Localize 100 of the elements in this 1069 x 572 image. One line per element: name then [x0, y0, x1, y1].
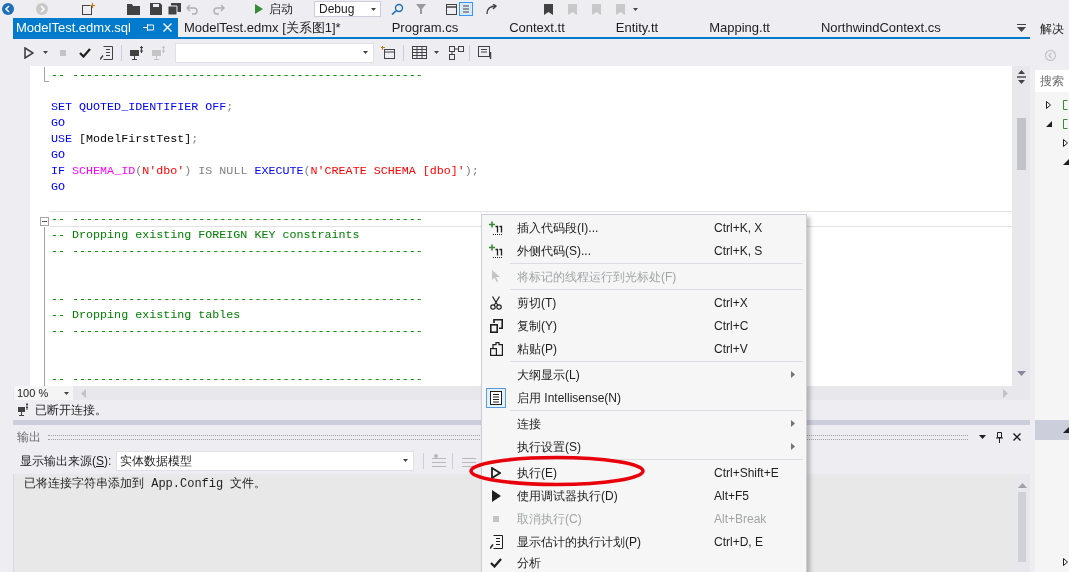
start-button[interactable]: 启动 [255, 2, 293, 16]
configuration-dropdown[interactable]: Debug [314, 1, 381, 17]
menu-item[interactable]: 剪切(T) Ctrl+X [482, 291, 806, 314]
shortcut-text: Ctrl+Shift+E [714, 465, 779, 480]
shortcut-text: Ctrl+X [714, 295, 748, 310]
document-icon [489, 534, 503, 549]
expanded-triangle-icon[interactable] [1063, 158, 1069, 165]
copy-icon [489, 318, 503, 333]
folder-icon[interactable] [127, 3, 140, 15]
menu-item[interactable]: 大纲显示(L) [482, 363, 806, 386]
collapsed-triangle-icon[interactable] [1063, 138, 1068, 147]
bookmark-icon[interactable] [544, 3, 553, 15]
splitter-icon[interactable] [1016, 70, 1026, 84]
shortcut-text: Ctrl+D, E [714, 534, 763, 549]
menu-item[interactable]: 执行设置(S) [482, 435, 806, 458]
expanded-triangle-icon[interactable] [1046, 120, 1052, 127]
zoom-dropdown[interactable]: 100 % [14, 386, 73, 400]
connection-icon [18, 403, 29, 416]
search-field[interactable]: 搜索 [1035, 70, 1069, 92]
code-line: -- -------------------------------------------------- [51, 372, 423, 386]
code-line: -- -------------------------------------------------- [51, 68, 423, 82]
menu-item[interactable]: 启用 Intellisense(N) [482, 386, 806, 409]
menu-item[interactable]: 插入代码段(I)... Ctrl+K, X [482, 216, 806, 239]
results-window-icon[interactable] [381, 46, 395, 59]
shortcut-text: Ctrl+V [714, 341, 748, 356]
window-icon[interactable] [446, 3, 457, 15]
document-icon[interactable] [100, 45, 113, 60]
caret-icon [64, 391, 69, 395]
scroll-down-arrow-icon[interactable] [1016, 371, 1026, 376]
save-all-icon[interactable] [168, 3, 181, 15]
menu-item[interactable]: 复制(Y) Ctrl+C [482, 314, 806, 337]
document-tab[interactable]: Entity.tt [609, 18, 704, 37]
document-tab[interactable]: Context.tt [503, 18, 610, 37]
output-text: 已将连接字符串添加到 App.Config 文件。 [24, 477, 267, 491]
code-line: -- -------------------------------------------------- [51, 244, 423, 258]
collapse-icon[interactable] [40, 217, 49, 226]
menu-item[interactable]: 执行(E) Ctrl+Shift+E [482, 461, 806, 484]
caret-icon [371, 7, 376, 11]
submenu-arrow-icon [791, 371, 795, 378]
caret-icon[interactable] [43, 51, 48, 54]
dropdown-icon[interactable] [979, 435, 986, 439]
stop-icon [493, 515, 499, 522]
caret-icon[interactable] [633, 7, 638, 11]
collapsed-triangle-icon[interactable] [1063, 557, 1068, 566]
outline-end-line [44, 67, 49, 82]
scrollbar-thumb[interactable] [1018, 492, 1026, 562]
collapsed-triangle-icon[interactable] [1046, 100, 1051, 109]
caret-icon [403, 459, 408, 462]
curved-arrow-icon[interactable] [486, 3, 498, 15]
scissors-icon [490, 295, 502, 310]
connect-icon[interactable] [130, 45, 144, 60]
shortcut-text: Ctrl+C [714, 318, 749, 333]
tab-list-dropdown-icon[interactable] [1017, 23, 1026, 32]
code-line: IF SCHEMA_ID(N'dbo') IS NULL EXECUTE(N'CREATE SCHEMA [dbo]'); [51, 164, 479, 178]
document-tab[interactable]: Mapping.tt [703, 18, 815, 37]
expanded-triangle-icon[interactable] [1063, 427, 1069, 433]
source-label: 显示输出来源(S): [20, 453, 113, 468]
checkmark-icon [490, 557, 502, 568]
code-line: -- -------------------------------------------------- [51, 212, 423, 226]
output-source-dropdown[interactable]: 实体数据模型 [116, 450, 414, 471]
panel-title: 解决 [1040, 22, 1064, 36]
diagram-icon[interactable] [449, 45, 464, 60]
menu-item[interactable]: 粘贴(P) Ctrl+V [482, 337, 806, 360]
menu-item[interactable]: 显示估计的执行计划(P) Ctrl+D, E [482, 530, 806, 553]
snippet-plus-icon [489, 243, 503, 258]
document-tab[interactable]: ModelTest.edmx [关系图1]* [177, 18, 386, 37]
new-window-icon[interactable] [82, 3, 95, 15]
cursor-arrow-icon [491, 270, 501, 283]
message-icon[interactable] [478, 46, 492, 59]
snippet-plus-icon [489, 220, 503, 235]
menu-item[interactable]: 连接 [482, 412, 806, 435]
menu-item[interactable]: 使用调试器执行(D) Alt+F5 [482, 484, 806, 507]
caret-icon[interactable] [434, 51, 439, 54]
play-icon [491, 466, 501, 479]
scrollbar-thumb[interactable] [1016, 118, 1026, 170]
menu-item[interactable]: 外侧代码(S)... Ctrl+K, S [482, 239, 806, 262]
shortcut-text: Ctrl+K, S [714, 243, 763, 258]
code-line: -- -------------------------------------------------- [51, 292, 423, 306]
panel-title: 输出 [17, 430, 41, 444]
bracket-icon [1063, 118, 1068, 129]
tree-row[interactable] [1035, 420, 1069, 440]
code-line: -- Dropping existing FOREIGN KEY constraints [51, 228, 360, 242]
code-line: -- -------------------------------------------------- [51, 324, 423, 338]
close-icon[interactable] [1013, 433, 1021, 441]
play-icon [491, 489, 501, 502]
find-icon[interactable] [391, 3, 404, 15]
menu-item[interactable]: 分析 [482, 553, 806, 572]
checkmark-icon[interactable] [79, 47, 91, 58]
grid-icon[interactable] [412, 46, 427, 59]
shortcut-text: Ctrl+K, X [714, 220, 763, 235]
pin-icon[interactable] [996, 431, 1003, 443]
save-icon[interactable] [150, 3, 162, 15]
caret-icon [363, 51, 368, 54]
clipboard-icon [489, 341, 503, 356]
code-line: SET QUOTED_IDENTIFIER OFF; [51, 100, 234, 114]
play-icon[interactable] [24, 46, 34, 59]
shortcut-text: Alt+Break [714, 511, 767, 526]
document-tab[interactable]: Program.cs [385, 18, 504, 37]
document-tab[interactable]: NorthwindContext.cs [814, 18, 986, 37]
play-icon [255, 4, 263, 14]
